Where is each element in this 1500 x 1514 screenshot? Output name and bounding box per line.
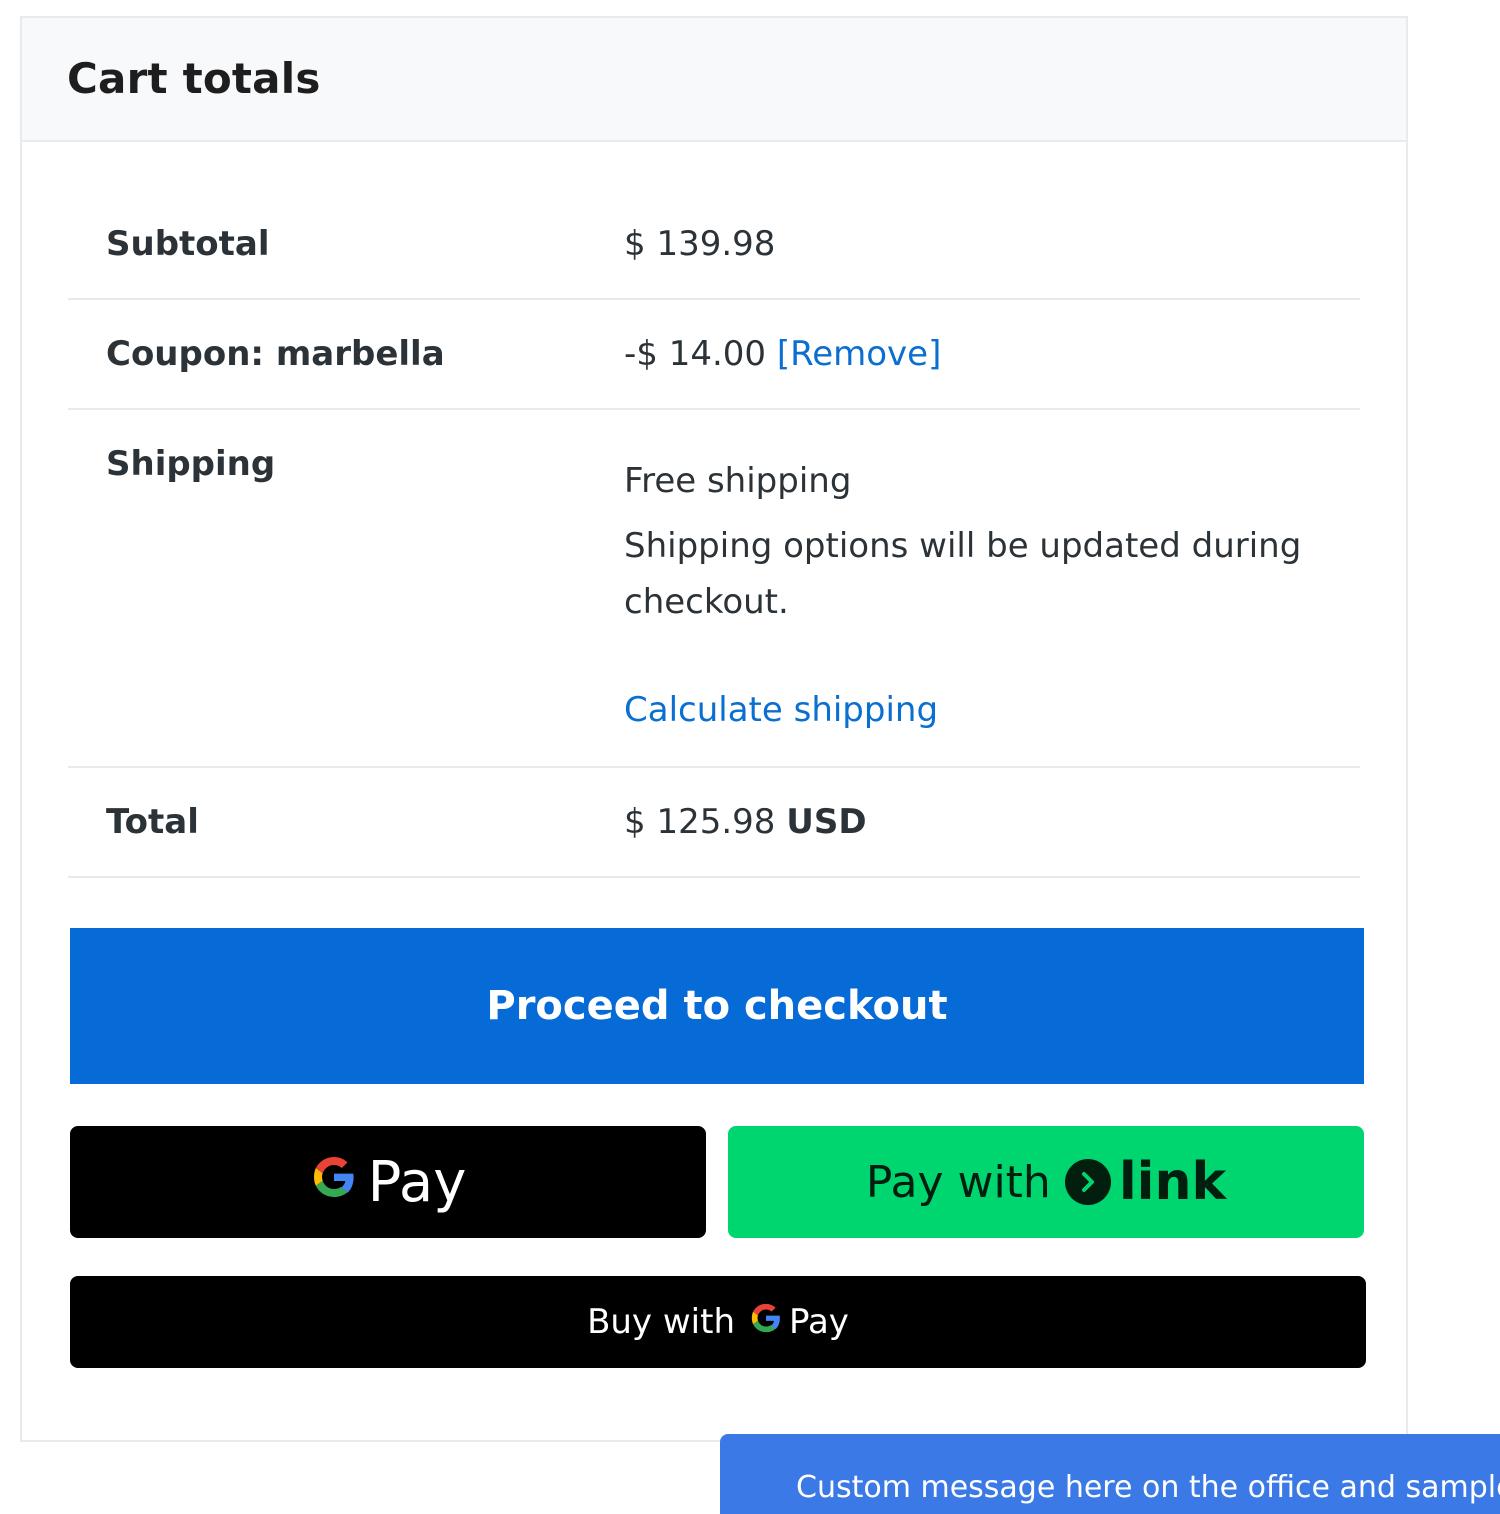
pay-with-link-prefix: Pay with [865,1156,1051,1208]
link-arrow-icon [1064,1159,1111,1205]
total-value: $ 125.98 [624,802,776,842]
subtotal-value: $ 139.98 [624,224,776,264]
coupon-label: Coupon: marbella [106,334,445,374]
cart-totals-panel: Cart totals Subtotal $ 139.98 Coupon: ma… [20,16,1408,1442]
google-pay-button[interactable]: Pay [70,1126,706,1238]
shipping-note: Shipping options will be updated during … [624,526,1302,622]
subtotal-label: Subtotal [106,224,270,264]
coupon-row: Coupon: marbella -$ 14.00 [Remove] [68,300,1360,410]
proceed-to-checkout-button[interactable]: Proceed to checkout [70,928,1364,1084]
total-value-wrap: $ 125.98 USD [624,802,867,842]
notice-toast[interactable]: Custom message here on the office and sa… [720,1434,1500,1514]
totals-table: Subtotal $ 139.98 Coupon: marbella -$ 14… [68,142,1360,878]
total-row: Total $ 125.98 USD [68,768,1360,878]
checkout-button-label: Proceed to checkout [486,983,948,1029]
calculate-shipping-link[interactable]: Calculate shipping [624,690,1320,730]
coupon-discount: -$ 14.00 [624,334,767,374]
pay-with-link-button[interactable]: Pay with link [728,1126,1364,1238]
google-g-icon [749,1301,783,1344]
subtotal-row: Subtotal $ 139.98 [68,142,1360,300]
cart-totals-title: Cart totals [67,54,321,103]
shipping-row: Shipping Free shipping Shipping options … [68,410,1360,768]
shipping-value-wrap: Free shipping Shipping options will be u… [624,452,1320,730]
buy-with-gpay-brand: Pay [789,1302,849,1342]
coupon-value-wrap: -$ 14.00 [Remove] [624,334,941,374]
shipping-label: Shipping [106,444,276,484]
remove-coupon-link[interactable]: [Remove] [777,334,942,374]
cart-totals-header: Cart totals [22,18,1406,142]
link-logo: link [1064,1152,1227,1212]
link-brand-text: link [1118,1152,1227,1212]
shipping-method: Free shipping [624,461,852,501]
total-currency: USD [786,802,867,842]
google-pay-label: Pay [367,1149,467,1215]
buy-with-label: Buy with [587,1302,735,1342]
google-g-icon [310,1150,358,1215]
buy-with-google-pay-button[interactable]: Buy with Pay [70,1276,1366,1368]
toast-text: Custom message here on the office and sa… [796,1470,1500,1505]
total-label: Total [106,802,199,842]
